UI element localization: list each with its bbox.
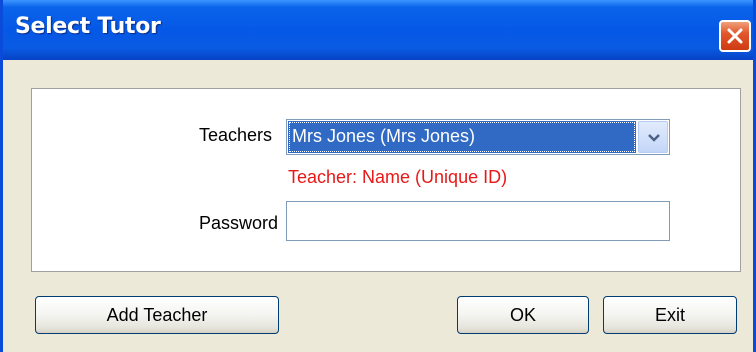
- title-bar[interactable]: Select Tutor: [3, 0, 753, 60]
- password-label: Password: [198, 213, 278, 233]
- teachers-select[interactable]: Mrs Jones (Mrs Jones): [286, 119, 670, 155]
- teacher-format-hint: Teacher: Name (Unique ID): [288, 167, 508, 187]
- ok-button[interactable]: OK: [457, 296, 589, 334]
- teachers-select-value[interactable]: Mrs Jones (Mrs Jones): [288, 121, 636, 153]
- form-panel: Teachers Mrs Jones (Mrs Jones) Teacher: …: [31, 88, 741, 272]
- window-title: Select Tutor: [15, 14, 161, 39]
- dropdown-button[interactable]: [638, 121, 668, 153]
- close-button[interactable]: [719, 20, 751, 52]
- password-field[interactable]: [286, 201, 670, 241]
- select-tutor-dialog: Select Tutor Teachers Mrs Jones (Mrs Jon…: [0, 0, 756, 352]
- teachers-label: Teachers: [198, 125, 272, 145]
- exit-button[interactable]: Exit: [603, 296, 737, 334]
- add-teacher-button[interactable]: Add Teacher: [35, 296, 279, 334]
